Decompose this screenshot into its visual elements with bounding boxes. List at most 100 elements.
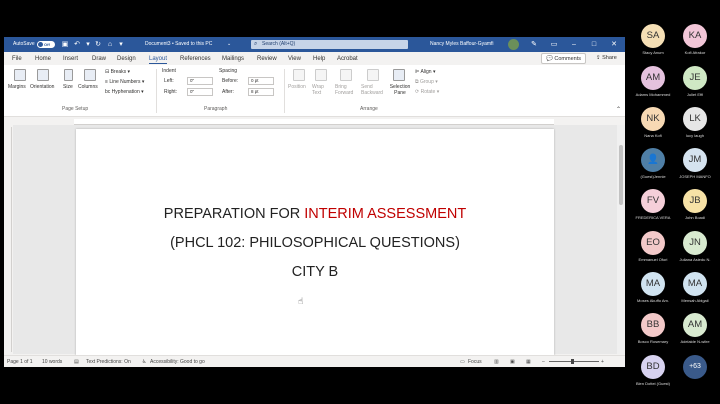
heading-line-2[interactable]: (PHCL 102: PHILOSOPHICAL QUESTIONS) [76,235,554,251]
share-button[interactable]: ⇪ Share [592,53,621,64]
participant-name: Moses Akuffo Am. [637,298,669,303]
columns-icon[interactable] [84,69,96,81]
participant-tile[interactable]: AM Adams Mohammed [633,66,673,102]
accessibility-status[interactable]: Accessibility: Good to go [150,356,205,367]
zoom-out-icon[interactable]: – [542,356,545,367]
user-avatar[interactable] [508,39,519,50]
participant-tile[interactable]: JM JOSEPH MANFO [675,148,715,184]
proofing-icon[interactable]: ▤ [74,356,79,367]
print-layout-icon[interactable]: ▣ [510,356,515,367]
spacing-before-input[interactable]: 0 pt [248,77,274,85]
participant-tile[interactable]: BB Bosco Rosemary [633,313,673,349]
tab-home[interactable]: Home [35,54,51,64]
participant-name: Juliet Effi [686,92,704,97]
selection-pane-icon[interactable] [393,69,405,81]
save-icon[interactable]: ▣ [61,40,69,49]
heading-line-3[interactable]: CITY B [76,264,554,280]
redo-icon[interactable]: ↻ [94,40,102,49]
tab-help[interactable]: Help [313,54,325,64]
tab-insert[interactable]: Insert [63,54,78,64]
word-count[interactable]: 10 words [42,356,62,367]
hyphenation-button[interactable]: bc Hyphenation ▾ [105,89,144,95]
breaks-button[interactable]: ⊟ Breaks ▾ [105,69,130,75]
avatar: AM [683,313,707,337]
undo-icon[interactable]: ↶ [73,40,81,49]
heading-line-1[interactable]: PREPARATION FOR INTERIM ASSESSMENT [76,206,554,222]
participant-name: Blen Dottei (Guest) [635,381,670,386]
close-icon[interactable]: ✕ [607,37,621,52]
tab-draw[interactable]: Draw [92,54,106,64]
collapse-ribbon-icon[interactable]: ⌃ [616,106,621,113]
margins-icon[interactable] [14,69,26,81]
vertical-scrollbar[interactable] [617,125,625,354]
tab-design[interactable]: Design [117,54,136,64]
participant-tile[interactable]: JE Juliet Effi [675,66,715,102]
participant-tile[interactable]: JN Juliana Asiedu N. [675,231,715,267]
tab-review[interactable]: Review [257,54,277,64]
indent-right-input[interactable]: 0" [187,88,213,96]
avatar: BB [641,313,665,337]
read-mode-icon[interactable]: ▥ [494,356,499,367]
participant-tile[interactable]: NK Nana Kofi [633,107,673,143]
participant-tile[interactable]: BD Blen Dottei (Guest) [633,355,673,391]
participant-tile[interactable]: MA Moses Akuffo Am. [633,272,673,308]
user-name[interactable]: Nancy Myles Baffour-Gyamfi [430,37,494,52]
pen-icon[interactable]: ✎ [527,37,541,52]
zoom-in-icon[interactable]: + [601,356,604,367]
page-count[interactable]: Page 1 of 1 [7,356,33,367]
document-page[interactable]: PREPARATION FOR INTERIM ASSESSMENT (PHCL… [76,129,554,367]
orientation-button[interactable]: Orientation [30,84,54,90]
tab-mailings[interactable]: Mailings [222,54,244,64]
spacing-after-input[interactable]: 8 pt [248,88,274,96]
participant-name: FREDERICA VERA [635,215,671,220]
selection-pane-button[interactable]: Selection Pane [387,84,413,96]
tab-view[interactable]: View [288,54,301,64]
align-button[interactable]: ⊫ Align ▾ [415,69,436,75]
indent-label: Indent [162,68,176,74]
participant-tile[interactable]: LK lucy laugh [675,107,715,143]
separator [284,69,285,113]
avatar: AM [641,66,665,90]
vertical-ruler[interactable] [4,127,12,352]
customize-icon[interactable]: ▾ [117,40,125,49]
tab-layout[interactable]: Layout [149,54,168,64]
participant-tile[interactable]: 👤 (Guest)Jennie [633,148,673,184]
participant-tile[interactable]: FV FREDERICA VERA [633,189,673,225]
zoom-slider-thumb[interactable] [571,359,574,364]
size-button[interactable]: Size [63,84,73,90]
ribbon: Margins Orientation Size Columns ⊟ Break… [4,65,625,117]
avatar: BD [641,355,665,379]
search-input[interactable]: ⌕ Search (Alt+Q) [251,40,408,49]
participant-tile[interactable]: JB John Boadi [675,189,715,225]
participant-tile[interactable]: MA Mensah Abigail [675,272,715,308]
title-dropdown-icon[interactable]: ⌄ [227,37,231,52]
text-predictions[interactable]: Text Predictions: On [86,356,131,367]
comments-button[interactable]: 💬 Comments [541,53,586,64]
participant-tile[interactable]: EO Emmanuel Ofori [633,231,673,267]
margins-button[interactable]: Margins [8,84,26,90]
web-layout-icon[interactable]: ▦ [526,356,531,367]
tab-acrobat[interactable]: Acrobat [337,54,358,64]
orientation-icon[interactable] [37,69,49,81]
autosave-toggle[interactable]: Off [37,41,55,48]
position-icon [293,69,305,81]
size-icon[interactable] [64,69,73,81]
format-painter-icon[interactable]: ⌂ [106,40,114,49]
minimize-icon[interactable]: – [567,37,581,52]
tab-references[interactable]: References [180,54,211,64]
dropdown-icon[interactable]: ▾ [84,40,92,49]
participant-tile[interactable]: AM Adelaide N-wiire [675,313,715,349]
more-participants-button[interactable]: +63 [683,355,707,379]
participant-tile[interactable]: SA Stacy Anum [633,24,673,60]
ribbon-display-icon[interactable]: ▭ [547,37,561,52]
maximize-icon[interactable]: □ [587,37,601,52]
zoom-slider[interactable] [549,361,599,362]
tab-file[interactable]: File [12,54,22,64]
focus-button[interactable]: Focus [468,356,482,367]
indent-left-input[interactable]: 0" [187,77,213,85]
participant-tile[interactable]: KA Kofi Afrakor [675,24,715,60]
avatar: KA [683,24,707,48]
columns-button[interactable]: Columns [78,84,98,90]
paragraph-label: Paragraph [204,106,228,112]
line-numbers-button[interactable]: ≡ Line Numbers ▾ [105,79,144,85]
